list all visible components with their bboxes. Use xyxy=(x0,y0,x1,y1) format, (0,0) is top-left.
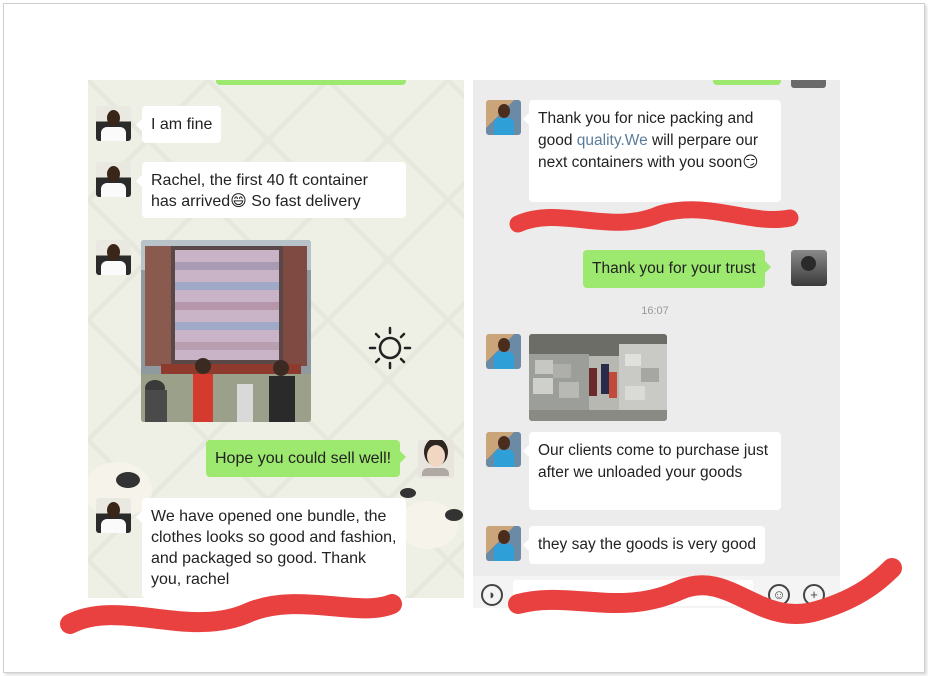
sun-icon xyxy=(368,326,412,370)
message-bubble-incoming[interactable]: Our clients come to purchase just after … xyxy=(523,432,781,510)
previous-outgoing-bubble xyxy=(713,80,781,85)
previous-outgoing-bubble xyxy=(216,80,406,85)
message-bubble-incoming[interactable]: Rachel, the first 40 ft container has ar… xyxy=(136,162,406,218)
message-bubble-incoming[interactable]: I am fine xyxy=(135,106,222,143)
input-toolbar: ◗ ☺ + xyxy=(473,576,840,608)
contact-avatar[interactable] xyxy=(486,334,521,369)
message-text: Rachel, the first 40 ft container has ar… xyxy=(151,172,368,210)
message-link[interactable]: quality.We xyxy=(577,132,648,149)
message-text: Hope you could sell well! xyxy=(215,450,392,467)
message-text: Our clients come to purchase just after … xyxy=(538,442,769,481)
contact-avatar[interactable] xyxy=(486,100,521,135)
message-text: We have opened one bundle, the clothes l… xyxy=(151,508,397,588)
contact-avatar[interactable] xyxy=(486,432,521,467)
contact-avatar[interactable] xyxy=(96,162,131,197)
voice-icon[interactable]: ◗ xyxy=(481,584,503,606)
contact-avatar[interactable] xyxy=(486,526,521,561)
message-bubble-outgoing[interactable]: Hope you could sell well! xyxy=(206,440,407,477)
container-photo[interactable] xyxy=(141,240,311,422)
message-text: Thank you for your trust xyxy=(592,260,756,277)
message-bubble-incoming[interactable]: they say the goods is very good xyxy=(523,526,765,564)
previous-avatar xyxy=(791,80,826,88)
message-text: they say the goods is very good xyxy=(538,536,756,553)
emoji-icon[interactable]: ☺ xyxy=(768,584,790,606)
user-avatar[interactable] xyxy=(418,440,454,478)
bales-photo[interactable] xyxy=(529,334,667,421)
user-avatar[interactable] xyxy=(791,250,827,286)
plus-icon[interactable]: + xyxy=(803,584,825,606)
right-chat-panel: Thank you for nice packing and good qual… xyxy=(473,80,840,608)
message-text: I am fine xyxy=(151,116,213,133)
contact-avatar[interactable] xyxy=(96,498,131,533)
message-bubble-incoming[interactable]: Thank you for nice packing and good qual… xyxy=(523,100,781,202)
message-bubble-outgoing[interactable]: Thank you for your trust xyxy=(583,250,771,288)
left-chat-panel: I am fine Rachel, the first 40 ft contai… xyxy=(88,80,464,598)
contact-avatar[interactable] xyxy=(96,106,131,141)
message-bubble-incoming[interactable]: We have opened one bundle, the clothes l… xyxy=(136,498,406,598)
message-input[interactable] xyxy=(513,580,753,606)
timestamp: 16:07 xyxy=(641,305,669,317)
contact-avatar[interactable] xyxy=(96,240,131,275)
